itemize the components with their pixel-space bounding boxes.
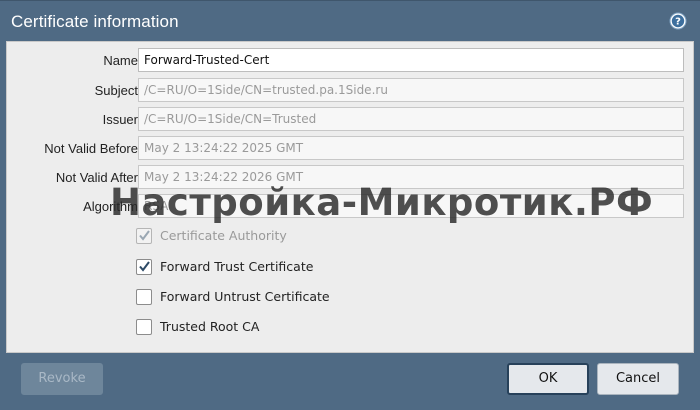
certificate-authority-label: Certificate Authority [160,228,287,243]
forward-untrust-checkbox[interactable] [136,289,152,305]
trusted-root-ca-checkbox[interactable] [136,319,152,335]
forward-untrust-label[interactable]: Forward Untrust Certificate [160,289,330,304]
subject-row: Subject /C=RU/O=1Side/CN=trusted.pa.1Sid… [7,78,695,104]
not-valid-before-field: May 2 13:24:22 2025 GMT [138,136,684,160]
name-label: Name [103,53,138,68]
forward-untrust-option[interactable]: Forward Untrust Certificate [136,289,456,309]
issuer-row: Issuer /C=RU/O=1Side/CN=Trusted [7,107,695,133]
certificate-dialog: Certificate information ? Name Forward-T… [0,0,700,410]
dialog-title: Certificate information [11,12,179,31]
dialog-title-bar[interactable]: Certificate information ? [0,1,700,41]
checkmark-icon [139,230,150,241]
not-valid-before-label: Not Valid Before [44,141,138,156]
help-icon[interactable]: ? [669,12,687,30]
issuer-label: Issuer [102,112,138,127]
revoke-button[interactable]: Revoke [21,363,103,395]
checkmark-icon [139,261,150,272]
certificate-authority-checkbox [136,228,152,244]
forward-trust-checkbox[interactable] [136,259,152,275]
cancel-button[interactable]: Cancel [597,363,679,395]
certificate-authority-option: Certificate Authority [136,228,456,248]
forward-trust-label[interactable]: Forward Trust Certificate [160,259,313,274]
subject-label: Subject [94,83,138,98]
trusted-root-ca-option[interactable]: Trusted Root CA [136,319,456,339]
name-field[interactable]: Forward-Trusted-Cert [138,48,684,72]
ok-button[interactable]: OK [507,363,589,395]
issuer-field: /C=RU/O=1Side/CN=Trusted [138,107,684,131]
svg-text:?: ? [675,17,681,28]
forward-trust-option[interactable]: Forward Trust Certificate [136,259,456,279]
watermark-text: Настройка-Микротик.РФ [110,181,654,224]
name-row: Name Forward-Trusted-Cert [7,48,695,74]
not-valid-before-row: Not Valid Before May 2 13:24:22 2025 GMT [7,136,695,162]
trusted-root-ca-label[interactable]: Trusted Root CA [160,319,259,334]
subject-field: /C=RU/O=1Side/CN=trusted.pa.1Side.ru [138,78,684,102]
